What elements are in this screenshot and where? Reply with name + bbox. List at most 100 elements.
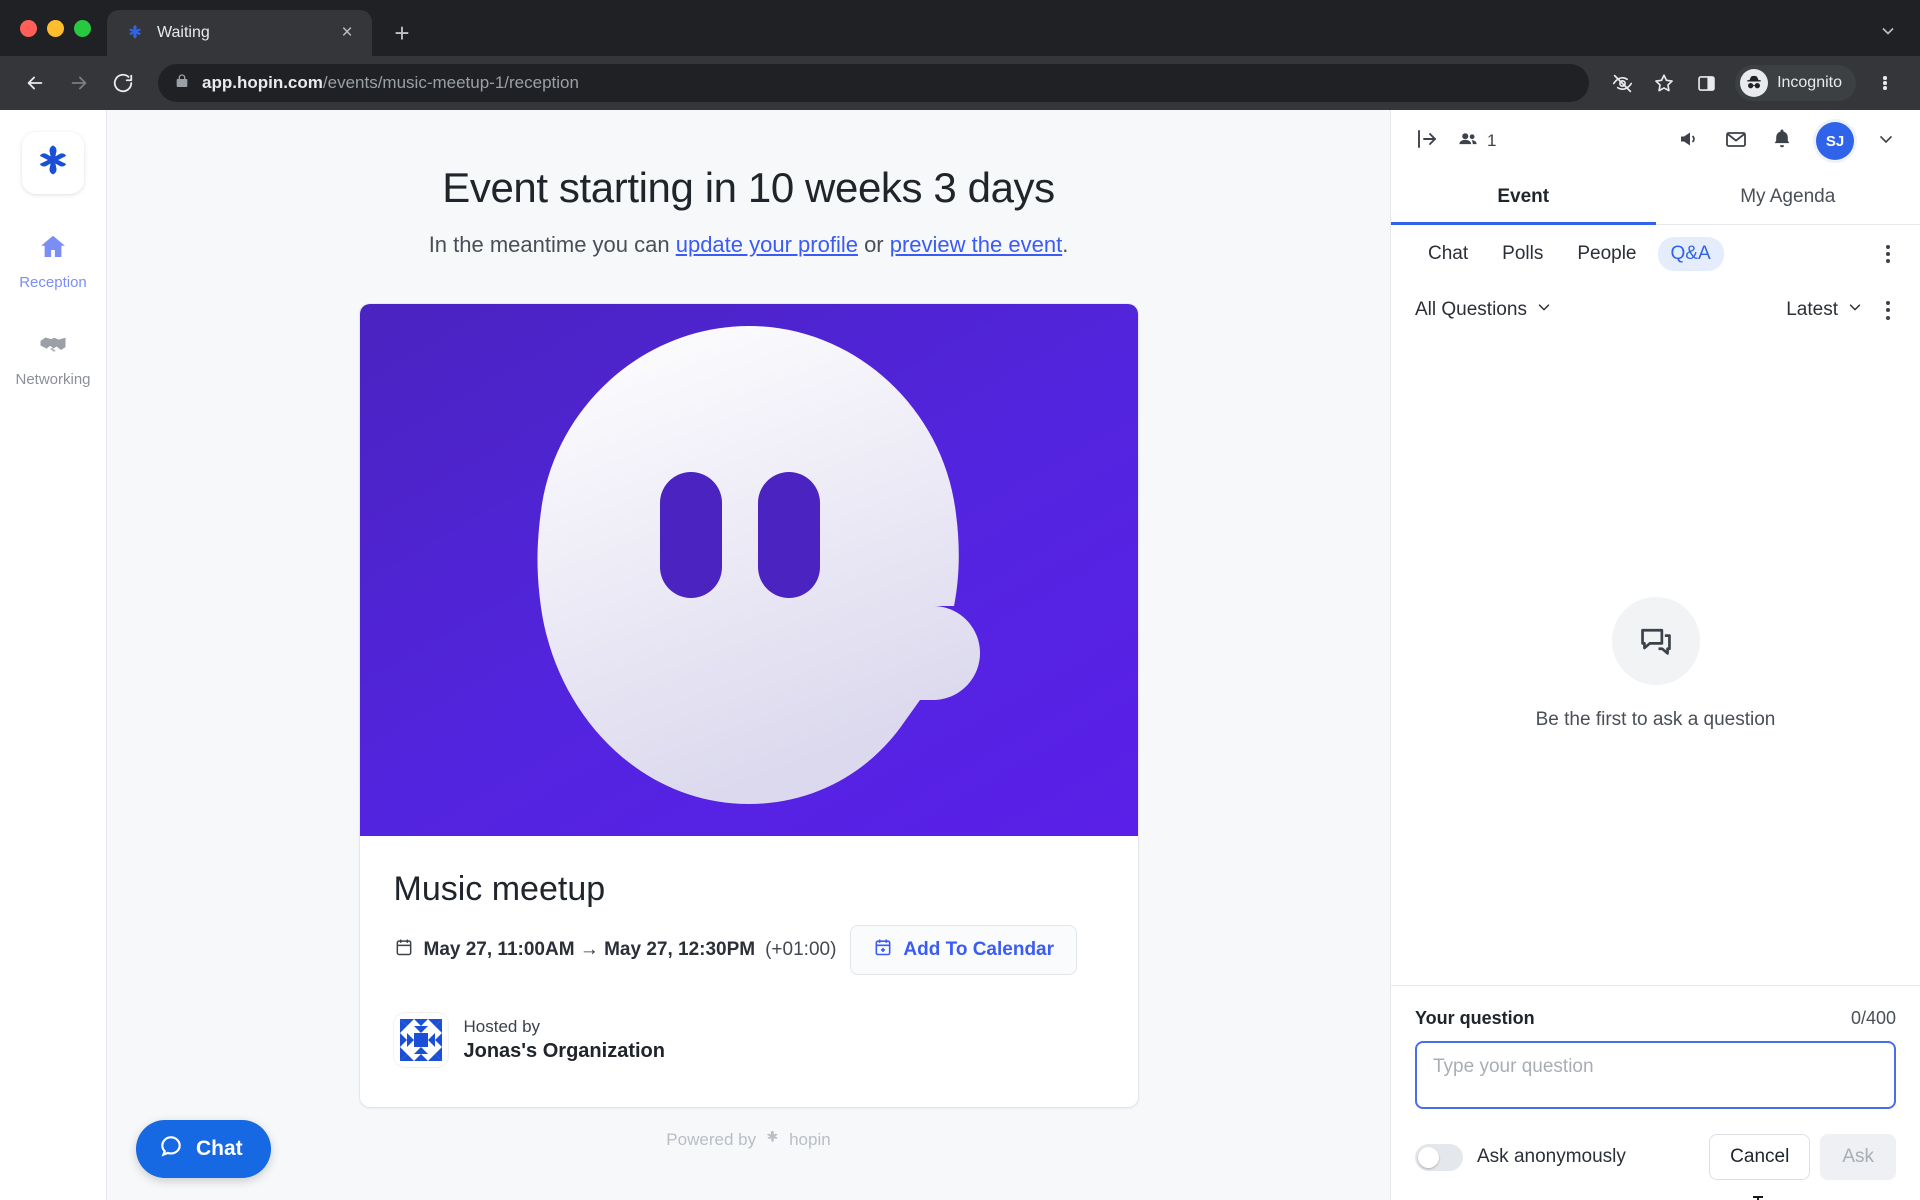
event-sidebar: Reception Networking bbox=[0, 110, 107, 1200]
ask-button[interactable]: Ask bbox=[1820, 1134, 1896, 1180]
chevron-down-icon bbox=[1846, 298, 1864, 322]
subtab-qa[interactable]: Q&A bbox=[1657, 237, 1724, 272]
qa-composer: Your question 0/400 Ask anonymously Canc… bbox=[1391, 985, 1920, 1200]
question-input[interactable] bbox=[1415, 1041, 1896, 1109]
new-tab-button[interactable]: + bbox=[384, 15, 420, 51]
event-title: Music meetup bbox=[393, 870, 606, 908]
panel-overflow-menu-icon[interactable] bbox=[1880, 237, 1896, 271]
chevron-down-icon[interactable] bbox=[1876, 129, 1896, 154]
support-chat-widget[interactable]: Chat bbox=[136, 1120, 271, 1178]
question-field-label: Your question bbox=[1415, 1008, 1535, 1028]
qa-empty-state: Be the first to ask a question bbox=[1391, 343, 1920, 985]
chat-bubble-icon bbox=[1611, 597, 1700, 686]
panel-header-actions: SJ bbox=[1678, 122, 1896, 160]
calendar-add-icon bbox=[873, 937, 893, 963]
panel-tabs: Event My Agenda bbox=[1391, 172, 1920, 225]
ask-anonymously-label: Ask anonymously bbox=[1477, 1146, 1626, 1167]
bell-icon[interactable] bbox=[1770, 127, 1794, 156]
powered-by-label: Powered by bbox=[666, 1130, 757, 1149]
window-controls bbox=[14, 0, 107, 56]
eye-slash-icon[interactable] bbox=[1605, 66, 1639, 100]
side-panel-icon[interactable] bbox=[1689, 66, 1723, 100]
page-viewport: Reception Networking Event starting in 1… bbox=[0, 110, 1920, 1200]
event-time-text: May 27, 11:00AM → May 27, 12:30PM bbox=[423, 939, 756, 960]
star-icon[interactable] bbox=[1647, 66, 1681, 100]
event-card-body: Music meetup May 27, 11:00AM → May 27, 1… bbox=[360, 836, 1138, 1107]
people-icon bbox=[1457, 128, 1479, 155]
ask-anonymously-toggle[interactable] bbox=[1415, 1143, 1463, 1171]
subline-prefix: In the meantime you can bbox=[428, 232, 676, 257]
panel-subtabs: Chat Polls People Q&A bbox=[1391, 225, 1920, 281]
hosted-by-label: Hosted by bbox=[463, 1017, 541, 1036]
back-arrow-icon[interactable] bbox=[16, 64, 54, 102]
hopin-brand-label: hopin bbox=[789, 1130, 831, 1149]
sort-label: Latest bbox=[1786, 299, 1838, 321]
handshake-icon bbox=[38, 329, 68, 364]
avatar[interactable]: SJ bbox=[1816, 122, 1854, 160]
host-row: Hosted by Jonas's Organization bbox=[393, 1013, 1104, 1067]
envelope-icon[interactable] bbox=[1724, 127, 1748, 156]
preview-event-link[interactable]: preview the event bbox=[890, 232, 1062, 257]
qa-filter-row: All Questions Latest bbox=[1391, 281, 1920, 343]
close-window-button[interactable] bbox=[20, 19, 37, 37]
browser-window: Waiting × + app.hopin.com/events/music-m… bbox=[0, 0, 1920, 1200]
ghost-avatar-icon bbox=[537, 326, 980, 804]
add-to-calendar-button[interactable]: Add To Calendar bbox=[850, 925, 1078, 975]
subline-mid: or bbox=[857, 232, 890, 257]
reception-main: Event starting in 10 weeks 3 days In the… bbox=[107, 110, 1390, 1200]
qa-sort-controls: Latest bbox=[1786, 293, 1896, 327]
forward-arrow-icon[interactable] bbox=[60, 64, 98, 102]
update-profile-link[interactable]: update your profile bbox=[676, 232, 858, 257]
subtab-polls[interactable]: Polls bbox=[1489, 237, 1556, 271]
qa-overflow-menu-icon[interactable] bbox=[1880, 293, 1896, 327]
event-timezone: (+01:00) bbox=[765, 939, 837, 960]
sidebar-item-reception[interactable]: Reception bbox=[0, 232, 106, 291]
attendee-count[interactable]: 1 bbox=[1457, 128, 1496, 155]
tab-event[interactable]: Event bbox=[1391, 172, 1656, 225]
event-datetime: May 27, 11:00AM → May 27, 12:30PM (+01:0… bbox=[394, 937, 837, 963]
attendee-count-value: 1 bbox=[1487, 131, 1497, 150]
close-icon[interactable]: × bbox=[334, 20, 360, 46]
questions-filter-dropdown[interactable]: All Questions bbox=[1415, 298, 1553, 322]
hopin-logo-icon[interactable] bbox=[22, 132, 84, 194]
host-org-name: Jonas's Organization bbox=[463, 1040, 665, 1062]
home-icon bbox=[38, 232, 68, 267]
chrome-menu-icon[interactable] bbox=[1868, 66, 1902, 100]
add-to-calendar-label: Add To Calendar bbox=[903, 939, 1055, 960]
browser-toolbar: app.hopin.com/events/music-meetup-1/rece… bbox=[0, 56, 1920, 110]
host-info: Hosted by Jonas's Organization bbox=[464, 1017, 665, 1063]
cancel-button[interactable]: Cancel bbox=[1709, 1134, 1811, 1180]
subtab-chat[interactable]: Chat bbox=[1415, 237, 1481, 271]
sort-dropdown[interactable]: Latest bbox=[1786, 298, 1864, 322]
host-org-logo-icon bbox=[393, 1013, 448, 1067]
subline-suffix: . bbox=[1062, 232, 1069, 257]
calendar-icon bbox=[394, 937, 414, 963]
event-side-panel: 1 SJ Event My Agenda Chat Polls People Q… bbox=[1390, 110, 1920, 1200]
meantime-text: In the meantime you can update your prof… bbox=[429, 232, 1069, 258]
address-bar[interactable]: app.hopin.com/events/music-meetup-1/rece… bbox=[158, 64, 1590, 102]
questions-filter-label: All Questions bbox=[1415, 299, 1527, 321]
chat-widget-label: Chat bbox=[196, 1137, 243, 1160]
url-host: app.hopin.com bbox=[202, 73, 323, 92]
browser-tab[interactable]: Waiting × bbox=[107, 10, 372, 56]
collapse-panel-icon[interactable] bbox=[1415, 127, 1439, 156]
url-text: app.hopin.com/events/music-meetup-1/rece… bbox=[202, 73, 579, 93]
sidebar-item-label: Reception bbox=[19, 274, 87, 291]
chat-bubble-icon bbox=[158, 1133, 184, 1165]
chevron-down-icon[interactable] bbox=[1878, 21, 1898, 46]
event-meta-row: May 27, 11:00AM → May 27, 12:30PM (+01:0… bbox=[394, 925, 1104, 975]
maximize-window-button[interactable] bbox=[74, 19, 91, 37]
incognito-icon bbox=[1740, 69, 1769, 97]
composer-buttons: Cancel Ask bbox=[1709, 1134, 1896, 1180]
tabstrip-right-controls bbox=[1878, 21, 1898, 46]
sidebar-item-networking[interactable]: Networking bbox=[0, 329, 106, 388]
toolbar-actions: Incognito bbox=[1605, 65, 1904, 101]
subtab-people[interactable]: People bbox=[1564, 237, 1649, 271]
incognito-profile-button[interactable]: Incognito bbox=[1735, 65, 1856, 101]
incognito-label: Incognito bbox=[1777, 74, 1842, 91]
tab-my-agenda[interactable]: My Agenda bbox=[1656, 172, 1920, 224]
reload-icon[interactable] bbox=[104, 64, 142, 102]
qa-empty-text: Be the first to ask a question bbox=[1535, 709, 1776, 731]
minimize-window-button[interactable] bbox=[47, 19, 64, 37]
megaphone-icon[interactable] bbox=[1678, 127, 1702, 156]
